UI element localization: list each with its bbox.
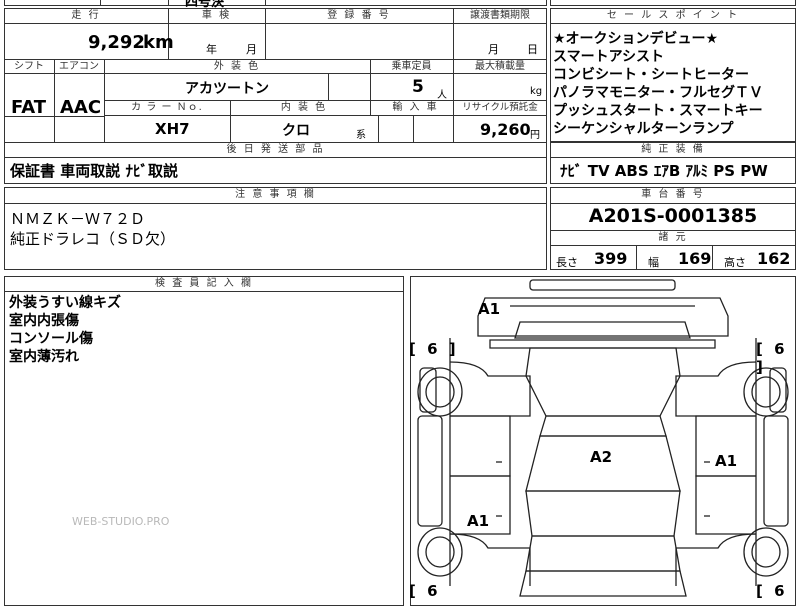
capacity-header: 乗車定員: [391, 61, 432, 72]
front-left-wheel: [417, 367, 463, 417]
capacity-value: 5: [412, 77, 424, 97]
transfer-day: 日: [527, 43, 538, 56]
damage-label-roof: A2: [590, 448, 613, 466]
mileage-unit: km: [143, 32, 174, 53]
sales-point-item: シーケンシャルターンランプ: [553, 121, 734, 137]
height-label: 高さ: [724, 256, 746, 269]
notes-line-1: ＮＭＺＫ－Ｗ７２Ｄ: [10, 210, 146, 228]
tread-rear-right: [ 6: [756, 582, 788, 600]
registration-header: 登 録 番 号: [327, 10, 391, 21]
specs-header: 諸 元: [658, 232, 688, 243]
inspector-header: 検 査 員 記 入 欄: [155, 278, 253, 289]
genuine-equipment-header: 純 正 装 備: [641, 144, 705, 155]
genuine-equipment-value: ﾅﾋﾞ TV ABS ｴｱB ｱﾙﾐ PS PW: [560, 162, 768, 180]
watermark: WEB-STUDIO.PRO: [72, 515, 170, 528]
width-value: 169: [678, 249, 712, 268]
mileage-header: 走 行: [71, 10, 101, 21]
rear-window: [525, 490, 681, 537]
interior-suffix: 系: [356, 130, 366, 141]
chassis-no-value: A201S-0001385: [588, 205, 758, 227]
max-load-header: 最大積載量: [475, 61, 525, 72]
inspector-note: 室内内張傷: [9, 313, 79, 329]
color-no-header: カ ラ ー Ｎｏ.: [131, 102, 203, 113]
chassis-no-header: 車 台 番 号: [641, 189, 705, 200]
rear-right-wheel: [743, 527, 789, 577]
front-hood-outline: [477, 297, 729, 337]
exterior-color-value: アカツートン: [185, 81, 269, 97]
notes-header: 注 意 事 項 欄: [235, 189, 316, 200]
later-parts-value: 保証書 車両取説 ﾅﾋﾞ取説: [10, 162, 178, 180]
length-label: 長さ: [556, 256, 578, 269]
height-value: 162: [757, 249, 791, 268]
inspection-month: 月: [246, 43, 257, 56]
rear-left-wheel: [417, 527, 463, 577]
capacity-unit: 人: [437, 90, 447, 101]
sales-point-item: ★オークションデビュー★: [553, 31, 719, 47]
sales-point-item: プッシュスタート・スマートキー: [553, 103, 763, 119]
front-bumper-strip: [529, 279, 676, 291]
length-value: 399: [594, 249, 628, 268]
damage-label-right-door: A1: [715, 452, 738, 470]
aircon-header: エアコン: [59, 61, 99, 72]
transfer-month: 月: [488, 43, 499, 56]
vehicle-info-table: [4, 8, 547, 158]
later-parts-header: 後 日 発 送 部 品: [226, 144, 325, 155]
aircon-value: AAC: [60, 97, 102, 118]
inspection-header: 車 検: [201, 10, 232, 21]
import-header: 輸 入 車: [392, 102, 439, 113]
max-load-unit: kg: [530, 86, 543, 97]
damage-label-front: A1: [478, 300, 501, 318]
tread-front-right: [ 6 ]: [756, 340, 788, 376]
windshield: [525, 347, 681, 417]
transfer-deadline-header: 譲渡書類期限: [470, 10, 530, 21]
tread-rear-left: [ 6: [409, 582, 441, 600]
sales-point-item: パノラマモニター・フルセグＴＶ: [553, 85, 763, 101]
color-no-value: XH7: [155, 120, 190, 138]
top-cut-row: [4, 0, 547, 6]
sales-point-item: コンビシート・シートヒーター: [553, 67, 749, 83]
inspector-note: コンソール傷: [9, 331, 93, 347]
interior-color-value: クロ: [282, 123, 310, 139]
inspector-note: 室内薄汚れ: [9, 349, 79, 365]
recycle-fee-value: 9,260: [480, 120, 531, 139]
mileage-value: 9,292: [88, 32, 145, 53]
shift-header: シフト: [14, 61, 44, 72]
notes-line-2: 純正ドラレコ（ＳＤ欠）: [10, 230, 176, 248]
inspector-note: 外装うすい線キズ: [9, 295, 121, 311]
damage-label-left-door: A1: [467, 512, 490, 530]
sales-point-item: スマートアシスト: [553, 49, 665, 65]
width-label: 幅: [648, 256, 659, 269]
sales-points-list: ★オークションデビュー★ スマートアシスト コンビシート・シートヒーター パノラ…: [553, 30, 763, 138]
inspector-notes-list: 外装うすい線キズ 室内内張傷 コンソール傷 室内薄汚れ: [9, 294, 121, 366]
car-diagram: [417, 279, 789, 597]
tread-front-left: [ 6 ]: [409, 340, 459, 358]
sales-points-header: セ ー ル ス ポ イ ン ト: [606, 10, 740, 21]
recycle-fee-unit: 円: [530, 130, 540, 141]
interior-color-header: 内 装 色: [280, 102, 328, 113]
exterior-color-header: 外 装 色: [213, 61, 261, 72]
shift-value: FAT: [11, 97, 47, 118]
recycle-fee-header: リサイクル預託金: [462, 102, 538, 113]
inspection-year: 年: [206, 43, 217, 56]
